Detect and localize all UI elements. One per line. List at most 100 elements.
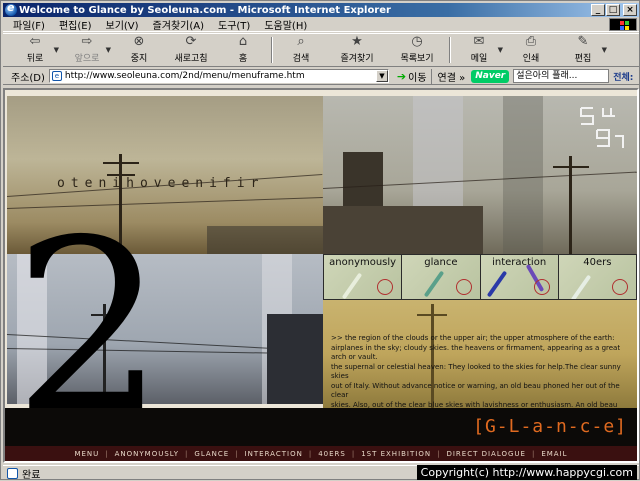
naver-all-button[interactable]: 전체:	[613, 70, 633, 83]
text-line: the supernal or celestial heaven: They l…	[331, 362, 621, 381]
history-button[interactable]: ◷ 목록보기	[387, 34, 447, 66]
brush-stroke	[570, 274, 591, 299]
window-controls: _ □ ×	[591, 4, 637, 16]
tile-40ers[interactable]: 40ers	[558, 255, 636, 299]
search-icon: ⌕	[297, 34, 305, 49]
tile-label: glance	[424, 257, 458, 268]
favorites-button[interactable]: ★ 즐겨찾기	[327, 34, 387, 66]
nav-menu[interactable]: MENU	[71, 450, 102, 458]
maximize-button[interactable]: □	[606, 4, 620, 16]
go-label: 이동	[408, 72, 427, 84]
text-line: >> the region of the clouds or the upper…	[331, 334, 615, 342]
favorites-label: 즐겨찾기	[340, 54, 374, 64]
stop-icon: ⊗	[133, 34, 145, 49]
minimize-button[interactable]: _	[591, 4, 605, 16]
circle-mark-icon	[377, 279, 394, 295]
circle-mark-icon	[533, 279, 550, 295]
building-silhouette	[207, 226, 323, 254]
naver-search-input[interactable]: 설은아의 플래...	[513, 69, 610, 83]
brush-stroke	[341, 272, 363, 299]
refresh-label: 새로고침	[174, 54, 208, 64]
forward-dropdown-icon[interactable]: ▼	[106, 46, 111, 54]
back-dropdown-icon[interactable]: ▼	[54, 46, 59, 54]
pole-crossarm	[417, 314, 447, 316]
address-bar: 주소(D) e http://www.seoleuna.com/2nd/menu…	[3, 68, 639, 85]
favorites-star-icon: ★	[351, 34, 363, 49]
tile-anonymously[interactable]: anonymously	[324, 255, 402, 299]
naver-logo[interactable]: Naver	[471, 69, 510, 83]
edit-dropdown-icon[interactable]: ▼	[602, 46, 607, 54]
tile-label: anonymously	[329, 257, 397, 268]
address-url[interactable]: http://www.seoleuna.com/2nd/menu/menufra…	[65, 71, 305, 81]
refresh-button[interactable]: ⟳ 새로고침	[165, 34, 217, 66]
sky-description: >> the region of the clouds or the upper…	[331, 334, 635, 420]
back-button[interactable]: ⇦ 뒤로 ▼	[9, 34, 61, 66]
toolbar: ⇦ 뒤로 ▼ ⇨ 앞으로 ▼ ⊗ 중지 ⟳ 새로고침 ⌂ 홈 ⌕ 검색 ★ 즐겨…	[3, 33, 639, 67]
logo-59-icon	[580, 107, 624, 148]
nav-1st-exhibition[interactable]: 1ST EXHIBITION	[358, 450, 434, 458]
toolbar-separator	[271, 37, 273, 63]
go-button[interactable]: ➔ 이동	[393, 68, 432, 84]
menu-tools[interactable]: 도구(T)	[218, 17, 250, 32]
menu-file[interactable]: 파일(F)	[13, 17, 45, 32]
nav-direct-dialogue[interactable]: DIRECT DIALOGUE	[443, 450, 529, 458]
tile-glance[interactable]: glance	[402, 255, 480, 299]
glance-logo: [G-L-a-n-c-e]	[473, 416, 627, 437]
mail-label: 메일	[470, 54, 488, 64]
tile-label: 40ers	[583, 257, 612, 268]
nav-interaction[interactable]: INTERACTION	[242, 450, 306, 458]
close-button[interactable]: ×	[623, 4, 637, 16]
forward-label: 앞으로	[74, 54, 100, 64]
forward-arrow-icon: ⇨	[81, 34, 93, 49]
pole-crossarm	[103, 162, 139, 164]
brush-stroke	[486, 270, 507, 298]
building-silhouette	[323, 206, 483, 254]
mail-button[interactable]: ✉ 메일 ▼	[453, 34, 505, 66]
menu-favorites[interactable]: 즐겨찾기(A)	[153, 17, 204, 32]
print-button[interactable]: ⎙ 인쇄	[505, 34, 557, 66]
nav-email[interactable]: EMAIL	[538, 450, 570, 458]
section-tiles: anonymously glance interaction 40ers	[323, 254, 637, 300]
text-line: out of Italy. Without advance notice or …	[331, 381, 620, 400]
mail-dropdown-icon[interactable]: ▼	[498, 46, 503, 54]
menu-edit[interactable]: 편집(E)	[59, 17, 92, 32]
nav-anonymously[interactable]: ANONYMOUSLY	[112, 450, 182, 458]
tile-interaction[interactable]: interaction	[480, 255, 558, 299]
links-button[interactable]: 연결 »	[432, 69, 472, 84]
tile-label: interaction	[492, 257, 547, 268]
menu-bar: 파일(F) 편집(E) 보기(V) 즐겨찾기(A) 도구(T) 도움말(H)	[3, 17, 639, 32]
edit-button[interactable]: ✎ 편집 ▼	[557, 34, 609, 66]
menu-help[interactable]: 도움말(H)	[264, 17, 307, 32]
edit-icon: ✎	[577, 34, 589, 49]
address-dropdown-icon[interactable]: ▼	[375, 70, 388, 82]
page-content: otenihoveenifir anonymously glance inter…	[3, 88, 639, 463]
building-silhouette	[267, 314, 323, 404]
status-text: 완료	[22, 469, 41, 481]
home-icon: ⌂	[238, 34, 248, 49]
forward-button[interactable]: ⇨ 앞으로 ▼	[61, 34, 113, 66]
edit-label: 편집	[574, 54, 592, 64]
page-icon: e	[51, 71, 62, 81]
search-label: 검색	[292, 54, 310, 64]
back-label: 뒤로	[26, 54, 44, 64]
page-canvas: otenihoveenifir anonymously glance inter…	[5, 90, 637, 461]
pole-crossarm	[553, 166, 589, 168]
stop-label: 중지	[130, 54, 148, 64]
menu-view[interactable]: 보기(V)	[106, 17, 139, 32]
windows-flag-icon	[609, 18, 637, 31]
address-input[interactable]: e http://www.seoleuna.com/2nd/menu/menuf…	[48, 69, 389, 83]
nav-separator: |	[437, 449, 441, 458]
photo-sky-top-right	[323, 96, 637, 254]
copyright-overlay: Copyright(c) http://www.happycgi.com	[416, 465, 637, 480]
circle-mark-icon	[612, 279, 628, 295]
stop-button[interactable]: ⊗ 중지	[113, 34, 165, 66]
nav-glance[interactable]: GLANCE	[191, 450, 232, 458]
history-icon: ◷	[411, 34, 423, 49]
nav-separator: |	[105, 449, 109, 458]
nav-separator: |	[235, 449, 239, 458]
nav-40ers[interactable]: 40ERS	[315, 450, 349, 458]
home-button[interactable]: ⌂ 홈	[217, 34, 269, 66]
page-done-icon	[7, 467, 18, 479]
search-button[interactable]: ⌕ 검색	[275, 34, 327, 66]
refresh-icon: ⟳	[185, 34, 197, 49]
